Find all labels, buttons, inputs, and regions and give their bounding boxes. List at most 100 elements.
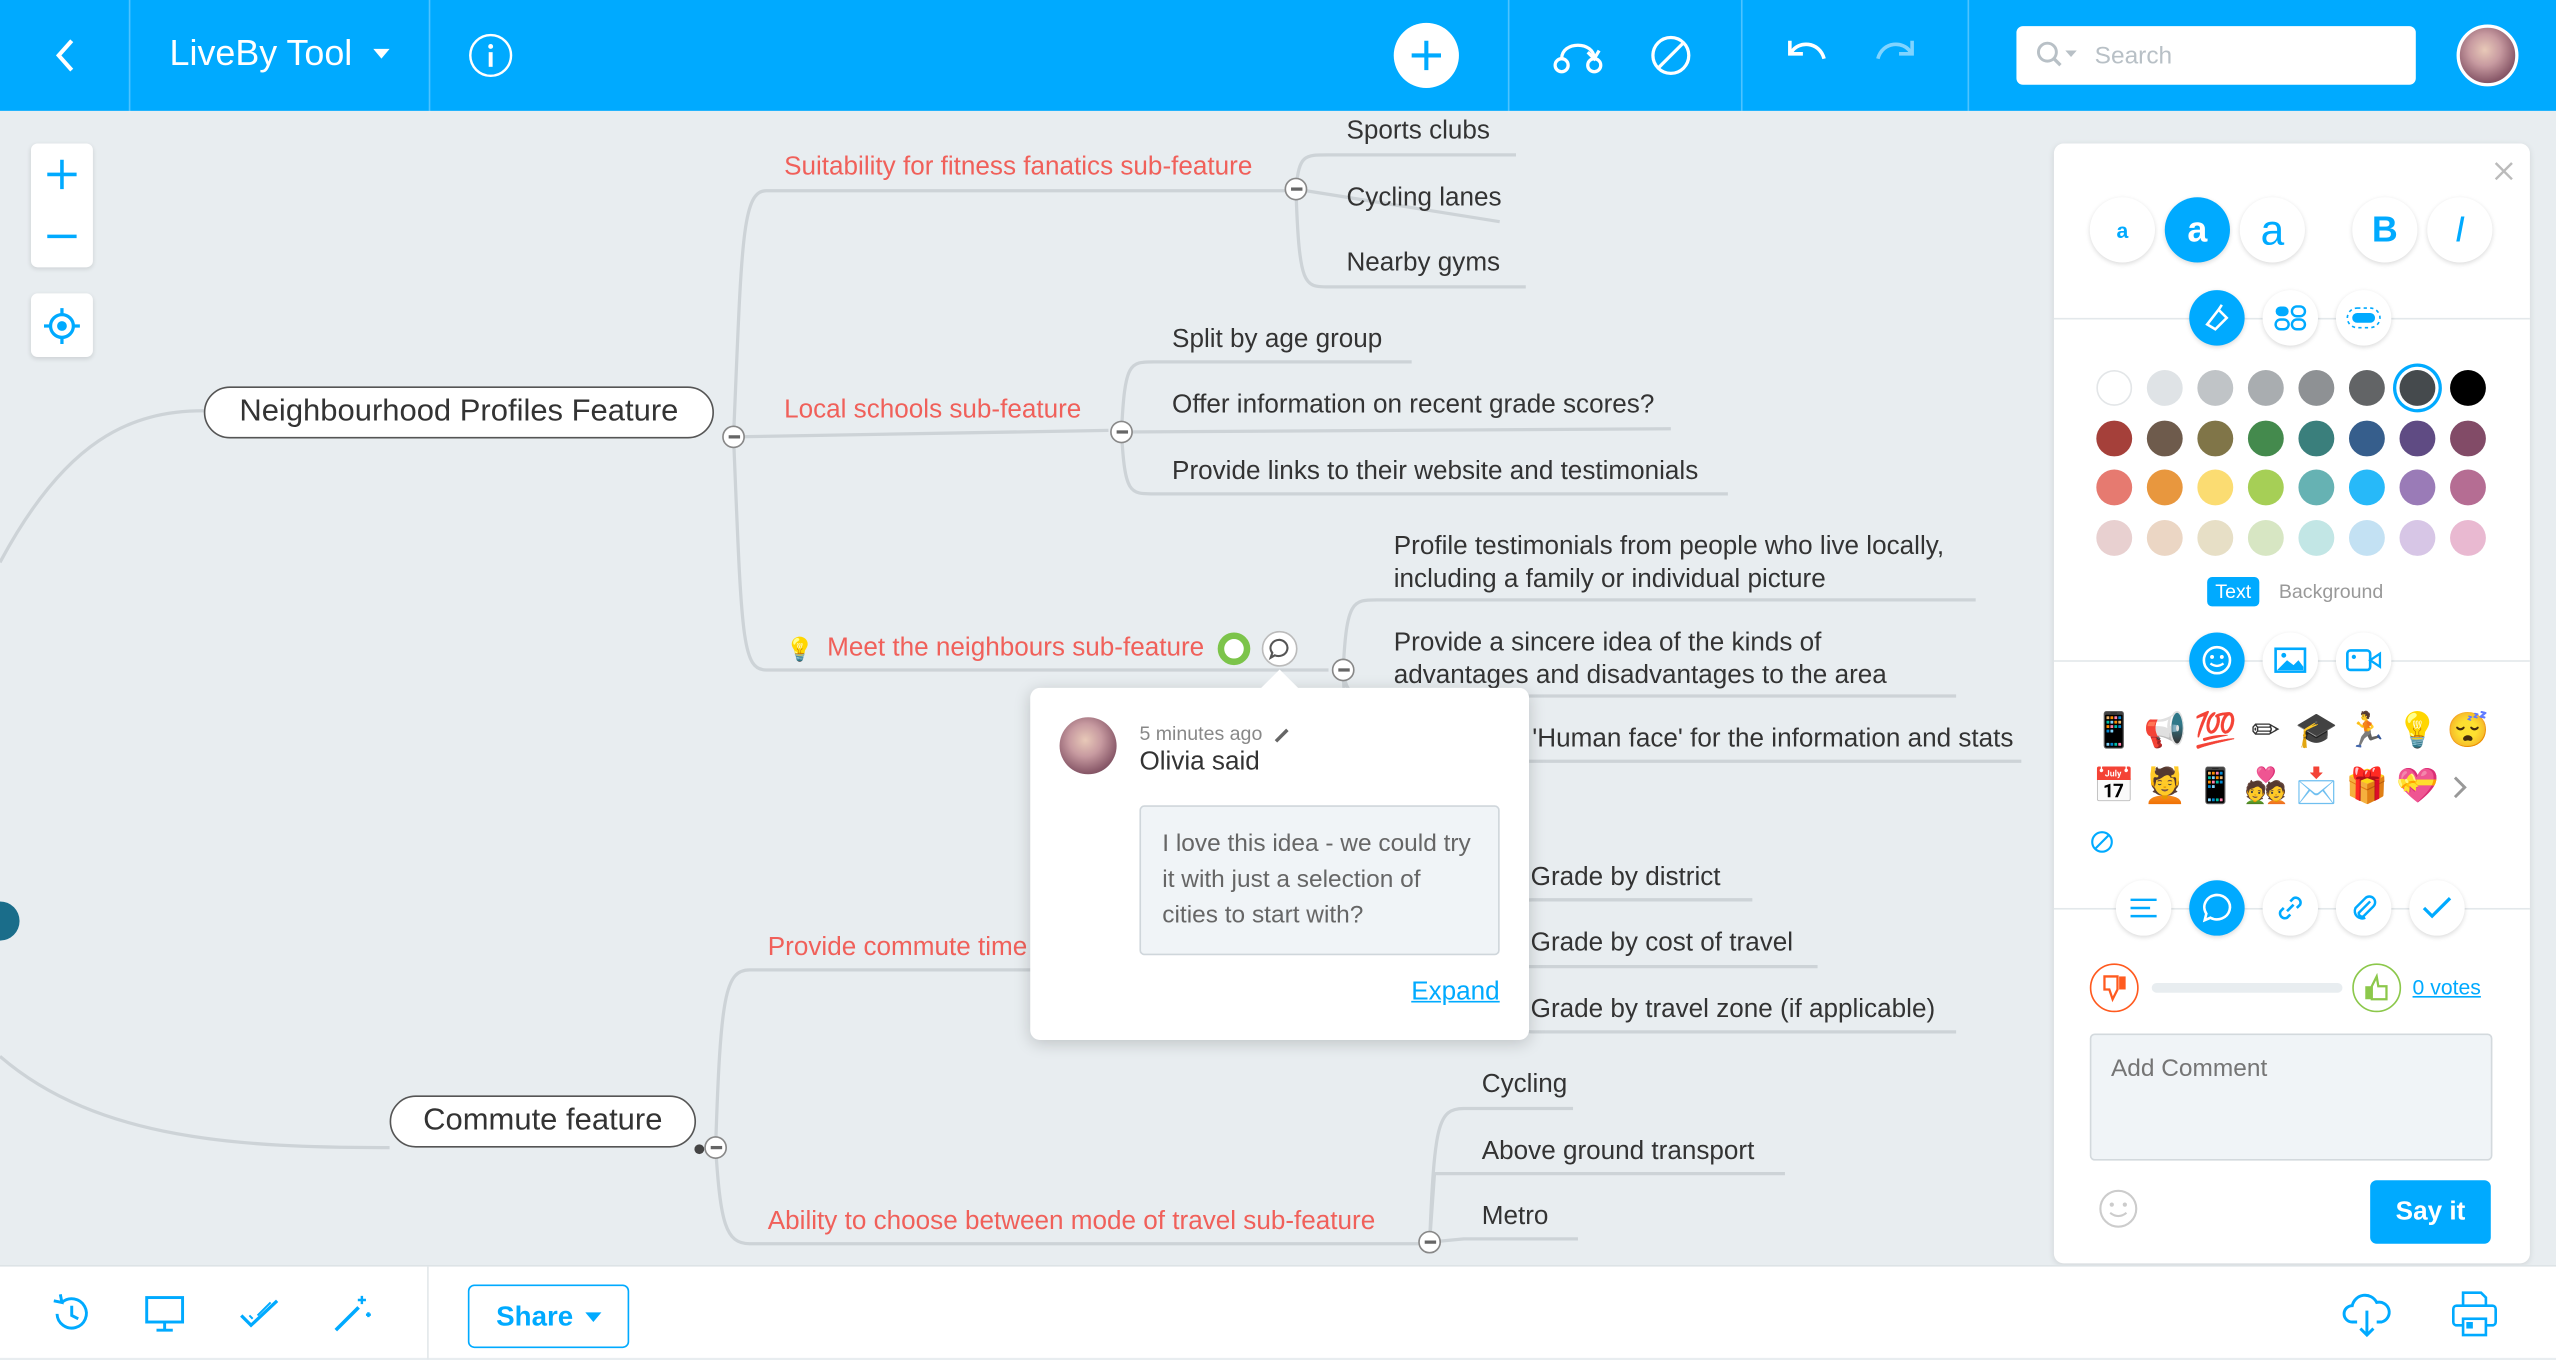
emoji-tab[interactable] <box>2189 632 2245 688</box>
leaf-node[interactable]: Provide a sincere idea of the kinds of a… <box>1394 628 1932 693</box>
attachment-tab[interactable] <box>2335 880 2392 936</box>
color-swatch[interactable] <box>2450 469 2486 506</box>
leaf-node[interactable]: Split by age group <box>1172 326 1382 355</box>
color-swatch[interactable] <box>2298 519 2335 556</box>
color-swatch[interactable] <box>2348 469 2385 506</box>
leaf-node[interactable]: Grade by cost of travel <box>1531 929 1793 958</box>
emoji-picker-icon[interactable] <box>2098 1188 2139 1229</box>
color-swatch[interactable] <box>2096 419 2133 456</box>
vote-up-button[interactable] <box>2352 963 2402 1013</box>
connect-button[interactable] <box>1552 33 1604 79</box>
branch-node[interactable]: Ability to choose between mode of travel… <box>768 1208 1375 1237</box>
leaf-node[interactable]: Grade by district <box>1531 864 1721 893</box>
color-swatch[interactable] <box>2096 519 2133 556</box>
vote-down-button[interactable] <box>2089 963 2139 1013</box>
italic-button[interactable]: I <box>2427 197 2493 263</box>
leaf-node[interactable]: Provide links to their website and testi… <box>1172 458 1698 487</box>
collapse-toggle[interactable] <box>1418 1230 1442 1254</box>
leaf-node[interactable]: Sports clubs <box>1346 117 1490 146</box>
emoji-option[interactable]: 📱 <box>2091 709 2137 755</box>
color-swatch[interactable] <box>2146 419 2183 456</box>
color-swatch[interactable] <box>2247 419 2284 456</box>
leaf-node[interactable]: Cycling <box>1482 1071 1568 1100</box>
color-swatch[interactable] <box>2450 519 2486 556</box>
collapse-toggle[interactable] <box>1110 420 1133 444</box>
print-button[interactable] <box>2450 1289 2499 1338</box>
tasks-button[interactable] <box>235 1289 284 1338</box>
emoji-next-icon[interactable] <box>2450 774 2470 800</box>
collapse-toggle[interactable] <box>704 1136 728 1160</box>
comments-tab[interactable] <box>2189 880 2245 936</box>
leaf-node[interactable]: Metro <box>1482 1203 1549 1232</box>
comment-input[interactable] <box>2089 1033 2493 1161</box>
branch-node[interactable]: Suitability for fitness fanatics sub-fea… <box>784 153 1252 182</box>
color-swatch[interactable] <box>2298 469 2335 506</box>
color-swatch[interactable] <box>2247 469 2284 506</box>
recenter-button[interactable] <box>30 293 93 357</box>
history-button[interactable] <box>46 1289 95 1338</box>
color-swatch[interactable] <box>2146 469 2183 506</box>
emoji-option[interactable]: 😴 <box>2445 709 2491 755</box>
expand-link[interactable]: Expand <box>1411 978 1499 1007</box>
leaf-node[interactable]: Above ground transport <box>1482 1138 1755 1167</box>
color-swatch[interactable] <box>2450 370 2486 406</box>
notes-tab[interactable] <box>2115 880 2172 936</box>
collapse-toggle[interactable] <box>1284 177 1308 201</box>
color-swatch[interactable] <box>2247 519 2284 556</box>
paint-tab[interactable] <box>2189 290 2245 346</box>
layout-tab[interactable] <box>2262 290 2319 346</box>
color-swatch[interactable] <box>2197 519 2234 556</box>
color-swatch[interactable] <box>2197 419 2234 456</box>
emoji-option[interactable]: 🎁 <box>2344 765 2390 811</box>
close-icon[interactable] <box>2492 160 2515 183</box>
leaf-node[interactable]: Profile testimonials from people who liv… <box>1394 531 1981 596</box>
remove-emoji-icon[interactable] <box>2090 830 2114 854</box>
color-swatch[interactable] <box>2450 419 2486 456</box>
leaf-node[interactable]: Nearby gyms <box>1346 249 1500 278</box>
color-swatch[interactable] <box>2348 370 2385 406</box>
avatar[interactable] <box>2456 24 2519 87</box>
branch-node[interactable]: Provide commute time <box>768 934 1027 963</box>
download-button[interactable] <box>2342 1289 2391 1338</box>
emoji-option[interactable]: 💡 <box>2395 709 2441 755</box>
color-swatch[interactable] <box>2096 469 2133 506</box>
color-swatch[interactable] <box>2298 419 2335 456</box>
color-swatch[interactable] <box>2096 370 2133 406</box>
font-size-large-button[interactable]: a <box>2239 197 2305 263</box>
leaf-node[interactable]: 'Human face' for the information and sta… <box>1532 725 2013 754</box>
info-button[interactable] <box>468 33 514 79</box>
emoji-option[interactable]: 💑 <box>2243 765 2289 811</box>
color-swatch[interactable] <box>2197 469 2234 506</box>
video-tab[interactable] <box>2335 632 2392 688</box>
color-swatch[interactable] <box>2399 419 2436 456</box>
emoji-option[interactable]: 📢 <box>2142 709 2188 755</box>
add-node-button[interactable] <box>1393 22 1459 89</box>
undo-button[interactable] <box>1783 33 1829 79</box>
collapse-toggle[interactable] <box>722 425 745 449</box>
color-swatch[interactable] <box>2146 519 2183 556</box>
emoji-option[interactable]: 🎓 <box>2294 709 2340 755</box>
leaf-node[interactable]: Grade by travel zone (if applicable) <box>1531 996 1935 1025</box>
emoji-option[interactable]: 💆 <box>2142 765 2188 811</box>
color-swatch[interactable] <box>2197 370 2234 406</box>
presentation-button[interactable] <box>140 1289 189 1338</box>
color-swatch[interactable] <box>2348 419 2385 456</box>
font-size-medium-button[interactable]: a <box>2164 197 2230 263</box>
emoji-option[interactable]: ✏ <box>2243 709 2289 755</box>
zoom-in-button[interactable] <box>46 158 79 191</box>
color-swatch[interactable] <box>2399 370 2436 406</box>
share-button[interactable]: Share <box>467 1284 630 1349</box>
leaf-node[interactable]: Offer information on recent grade scores… <box>1172 391 1654 420</box>
collapse-toggle[interactable] <box>1331 658 1355 682</box>
disable-button[interactable] <box>1648 33 1694 79</box>
emoji-option[interactable]: 🏃 <box>2344 709 2390 755</box>
search-box[interactable] <box>2016 26 2416 85</box>
color-swatch[interactable] <box>2348 519 2385 556</box>
back-button[interactable] <box>46 33 85 79</box>
emoji-option[interactable]: 📱 <box>2192 765 2238 811</box>
emoji-option[interactable]: 📩 <box>2294 765 2340 811</box>
leaf-node[interactable]: Cycling lanes <box>1346 184 1501 213</box>
link-tab[interactable] <box>2262 880 2319 936</box>
emoji-option[interactable]: 💯 <box>2192 709 2238 755</box>
task-tab[interactable] <box>2409 880 2465 936</box>
